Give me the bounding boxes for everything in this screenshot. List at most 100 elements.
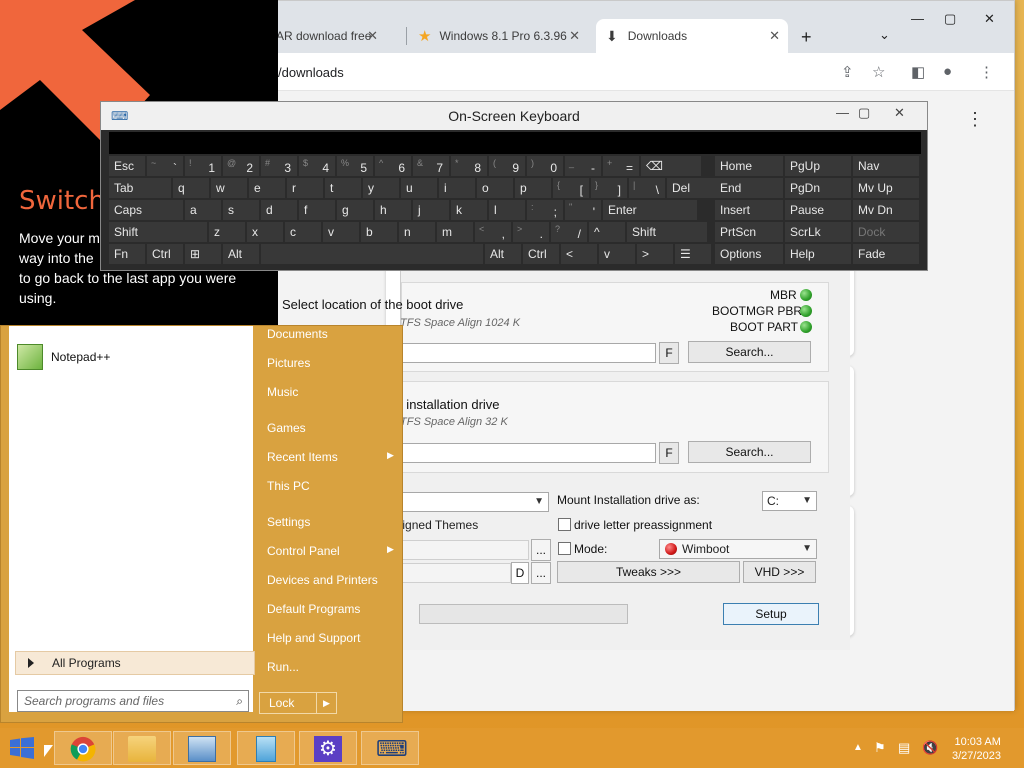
setup-button[interactable]: Setup xyxy=(723,603,819,625)
network-icon[interactable]: ▤ xyxy=(898,740,910,756)
osk-key[interactable]: Caps xyxy=(109,200,183,220)
osk-key[interactable]: y xyxy=(363,178,399,198)
start-documents[interactable]: Documents xyxy=(267,327,328,341)
start-settings[interactable]: Settings xyxy=(267,515,310,529)
osk-key[interactable]: g xyxy=(337,200,373,220)
osk-key[interactable]: $4 xyxy=(299,156,335,176)
osk-nav-key[interactable]: Dock xyxy=(853,222,919,242)
osk-key[interactable]: j xyxy=(413,200,449,220)
osk-nav-key[interactable]: ScrLk xyxy=(785,222,851,242)
osk-key[interactable]: | \ xyxy=(629,178,665,198)
osk-key[interactable]: ~ ` xyxy=(147,156,183,176)
osk-key[interactable]: ! 1 xyxy=(185,156,221,176)
osk-key[interactable]: @2 xyxy=(223,156,259,176)
osk-nav-key[interactable]: PrtScn xyxy=(715,222,783,242)
osk-key[interactable]: ^ 6 xyxy=(375,156,411,176)
osk-key[interactable]: Esc xyxy=(109,156,145,176)
mount-drive-dropdown[interactable]: C: ▼ xyxy=(762,491,817,511)
show-hidden-icons-icon[interactable]: ▲ xyxy=(853,742,863,753)
page-menu-icon[interactable]: ⋮ xyxy=(966,109,984,130)
osk-nav-key[interactable]: PgUp xyxy=(785,156,851,176)
osk-key[interactable]: b xyxy=(361,222,397,242)
drive-d-button[interactable]: D xyxy=(511,562,529,584)
osk-nav-key[interactable]: Home xyxy=(715,156,783,176)
osk-key[interactable]: x xyxy=(247,222,283,242)
osk-nav-key[interactable]: Pause xyxy=(785,200,851,220)
osk-key[interactable]: & 7 xyxy=(413,156,449,176)
osk-key[interactable]: Tab xyxy=(109,178,171,198)
osk-nav-key[interactable]: Options xyxy=(715,244,783,264)
osk-key[interactable]: u xyxy=(401,178,437,198)
search-programs-input[interactable]: Search programs and files ⌕ xyxy=(17,690,249,712)
tab-search-button[interactable]: ⌄ xyxy=(879,27,890,43)
program-notepad-plus-plus[interactable]: Notepad++ xyxy=(51,350,110,364)
boot-search-button[interactable]: Search... xyxy=(688,341,811,363)
install-format-button[interactable]: F xyxy=(659,442,679,464)
start-this-pc[interactable]: This PC xyxy=(267,479,310,493)
install-drive-field[interactable] xyxy=(402,443,656,463)
osk-key[interactable]: " ' xyxy=(565,200,601,220)
maximize-button[interactable]: ▢ xyxy=(944,11,956,27)
osk-nav-key[interactable]: Fade xyxy=(853,244,919,264)
osk-key[interactable]: f xyxy=(299,200,335,220)
osk-nav-key[interactable]: Mv Up xyxy=(853,178,919,198)
tab-downloads[interactable]: ⬇ Downloads ✕ xyxy=(596,19,788,53)
osk-nav-key[interactable]: End xyxy=(715,178,783,198)
osk-title-bar[interactable]: ⌨ On-Screen Keyboard — ▢ ✕ xyxy=(101,102,927,130)
osk-key[interactable]: Fn xyxy=(109,244,145,264)
osk-key[interactable]: ? / xyxy=(551,222,587,242)
minimize-button[interactable]: — xyxy=(911,11,924,26)
osk-key[interactable]: }] xyxy=(591,178,627,198)
osk-key[interactable]: l xyxy=(489,200,525,220)
boot-drive-field[interactable] xyxy=(402,343,656,363)
osk-minimize-button[interactable]: — xyxy=(836,105,849,120)
start-run[interactable]: Run... xyxy=(267,660,299,674)
osk-key[interactable]: s xyxy=(223,200,259,220)
osk-nav-key[interactable]: Nav xyxy=(853,156,919,176)
osk-key[interactable]: a xyxy=(185,200,221,220)
taskbar-settings[interactable]: ⚙ xyxy=(299,731,357,765)
action-center-flag-icon[interactable]: ⚑ xyxy=(874,740,886,756)
volume-muted-icon[interactable]: 🔇 xyxy=(922,740,938,756)
clock[interactable]: 10:03 AM 3/27/2023 xyxy=(952,735,1001,763)
osk-nav-key[interactable]: PgDn xyxy=(785,178,851,198)
close-tab-icon[interactable]: ✕ xyxy=(569,28,580,44)
osk-key[interactable]: {[ xyxy=(553,178,589,198)
osk-key[interactable]: #3 xyxy=(261,156,297,176)
themes-browse-button[interactable]: ... xyxy=(531,539,551,561)
lock-button[interactable]: Lock ▶ xyxy=(259,692,337,714)
osk-key[interactable]: Ctrl xyxy=(523,244,559,264)
osk-key[interactable]: Ctrl xyxy=(147,244,183,264)
osk-key[interactable]: % 5 xyxy=(337,156,373,176)
osk-key[interactable]: v xyxy=(599,244,635,264)
osk-key[interactable]: + = xyxy=(603,156,639,176)
url-text[interactable]: /downloads xyxy=(278,65,344,80)
profile-icon[interactable]: ● xyxy=(943,63,952,80)
edition-dropdown[interactable]: ▼ xyxy=(401,492,549,512)
vhd-button[interactable]: VHD >>> xyxy=(743,561,816,583)
osk-close-button[interactable]: ✕ xyxy=(894,105,905,121)
side-panel-icon[interactable]: ◧ xyxy=(911,63,925,81)
osk-key[interactable]: d xyxy=(261,200,297,220)
osk-key[interactable]: h xyxy=(375,200,411,220)
osk-key[interactable]: p xyxy=(515,178,551,198)
start-music[interactable]: Music xyxy=(267,385,298,399)
osk-key[interactable]: ⌫ xyxy=(641,156,701,176)
osk-key[interactable]: ⊞ xyxy=(185,244,221,264)
share-icon[interactable]: ⇪ xyxy=(841,63,854,81)
osk-key[interactable]: <, xyxy=(475,222,511,242)
start-control-panel[interactable]: Control Panel ▶ xyxy=(267,544,394,558)
osk-key[interactable]: o xyxy=(477,178,513,198)
taskbar-remote-desktop[interactable] xyxy=(173,731,231,765)
osk-key[interactable]: Enter xyxy=(603,200,697,220)
start-icon[interactable] xyxy=(10,737,34,759)
osk-key[interactable]: ☰ xyxy=(675,244,711,264)
search-icon[interactable]: ⌕ xyxy=(236,691,243,711)
start-help-support[interactable]: Help and Support xyxy=(267,631,360,645)
osk-key[interactable]: :; xyxy=(527,200,563,220)
osk-key[interactable]: Shift xyxy=(109,222,207,242)
start-devices-printers[interactable]: Devices and Printers xyxy=(267,573,378,587)
osk-key[interactable]: > xyxy=(637,244,673,264)
start-default-programs[interactable]: Default Programs xyxy=(267,602,360,616)
osk-key[interactable]: v xyxy=(323,222,359,242)
